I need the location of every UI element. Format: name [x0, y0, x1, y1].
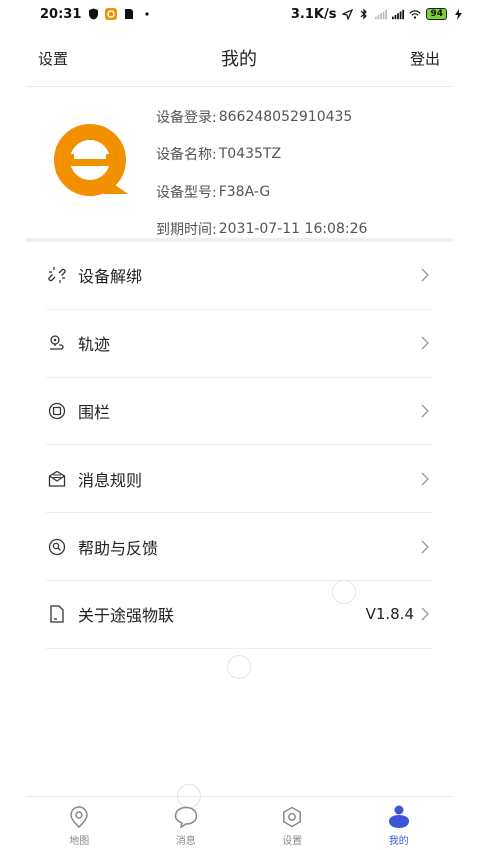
- map-pin-icon: [67, 805, 91, 829]
- message-rule-icon: [48, 470, 66, 488]
- menu-item-label: 围栏: [78, 402, 111, 422]
- chevron-right-icon: [418, 472, 432, 486]
- dot-icon: [141, 8, 153, 20]
- tab-settings[interactable]: 设置: [239, 797, 346, 850]
- field-key: 设备型号:: [156, 184, 217, 201]
- device-name-value: T0435TZ: [218, 146, 282, 163]
- signal-icon: [375, 8, 388, 20]
- field-key: 设备名称:: [156, 147, 217, 164]
- floating-bubble: [227, 655, 251, 679]
- chevron-right-icon: [418, 540, 432, 554]
- expiry-value: 2031-07-11 16:08:26: [218, 221, 368, 238]
- menu-item-message-rules[interactable]: 消息规则: [46, 445, 432, 514]
- tab-label: 消息: [175, 836, 196, 847]
- chevron-right-icon: [418, 404, 432, 418]
- device-name-row: 设备名称: T0435TZ: [156, 136, 367, 174]
- menu-item-label: 帮助与反馈: [78, 538, 159, 558]
- network-speed: 3.1K/s: [290, 6, 337, 22]
- gear-icon: [280, 805, 304, 829]
- device-model-value: F38A-G: [218, 183, 271, 200]
- menu-item-track[interactable]: 轨迹: [46, 310, 432, 378]
- tab-mine[interactable]: 我的: [346, 797, 453, 850]
- status-time: 20:31: [40, 6, 82, 22]
- menu-list: 设备解绑 轨迹 围栏 消息规则 帮助与反馈 关于途强物联 V1.8.4: [46, 242, 432, 649]
- menu-item-label: 轨迹: [78, 335, 111, 355]
- tqwl-logo: [52, 122, 132, 202]
- wifi-icon: [409, 8, 422, 20]
- tab-label: 我的: [388, 836, 409, 847]
- signal-icon: [392, 8, 405, 20]
- status-bar: 20:31 3.1K/s 94: [0, 0, 478, 28]
- menu-item-label: 关于途强物联: [78, 606, 175, 626]
- tab-label: 设置: [282, 836, 303, 847]
- floating-bubble: [332, 580, 356, 604]
- device-model-row: 设备型号: F38A-G: [156, 173, 367, 211]
- device-card: 设备登录: 866248052910435 设备名称: T0435TZ 设备型号…: [26, 88, 452, 238]
- device-login-row: 设备登录: 866248052910435: [156, 98, 367, 136]
- shield-icon: [87, 8, 99, 20]
- location-icon: [341, 8, 353, 20]
- menu-item-help-feedback[interactable]: 帮助与反馈: [46, 513, 432, 581]
- page-title: 我的: [221, 49, 257, 70]
- menu-item-about[interactable]: 关于途强物联 V1.8.4: [46, 581, 432, 649]
- field-key: 到期时间:: [156, 222, 217, 239]
- tab-map[interactable]: 地图: [26, 797, 133, 850]
- menu-item-label: 设备解绑: [78, 267, 143, 287]
- help-icon: [48, 538, 66, 556]
- chevron-right-icon: [418, 268, 432, 282]
- logout-button[interactable]: 登出: [410, 48, 440, 69]
- unbind-icon: [48, 266, 66, 284]
- device-info: 设备登录: 866248052910435 设备名称: T0435TZ 设备型号…: [156, 98, 367, 248]
- divider: [26, 86, 452, 87]
- bottom-tab-bar: 地图 消息 设置 我的: [26, 796, 452, 850]
- sim-icon: [123, 8, 135, 20]
- field-key: 设备登录:: [156, 109, 217, 126]
- menu-item-label: 消息规则: [78, 470, 143, 490]
- fence-icon: [48, 402, 66, 420]
- chevron-right-icon: [418, 336, 432, 350]
- bluetooth-icon: [358, 8, 370, 20]
- tab-messages[interactable]: 消息: [133, 797, 240, 850]
- track-icon: [48, 334, 66, 352]
- menu-item-fence[interactable]: 围栏: [46, 378, 432, 446]
- charging-icon: [452, 8, 464, 20]
- menu-item-unbind[interactable]: 设备解绑: [46, 242, 432, 310]
- tab-label: 地图: [69, 836, 90, 847]
- chevron-right-icon: [418, 607, 432, 621]
- device-login-value: 866248052910435: [218, 108, 353, 125]
- document-icon: [48, 605, 66, 624]
- battery-icon: 94: [426, 8, 447, 20]
- status-left: 20:31: [40, 7, 153, 22]
- app-version: V1.8.4: [365, 605, 414, 624]
- status-right: 3.1K/s 94: [291, 7, 464, 22]
- chat-icon: [174, 805, 198, 829]
- user-icon: [387, 805, 411, 829]
- app-badge-icon: [105, 8, 118, 20]
- header: 设置 我的 登出: [0, 40, 478, 74]
